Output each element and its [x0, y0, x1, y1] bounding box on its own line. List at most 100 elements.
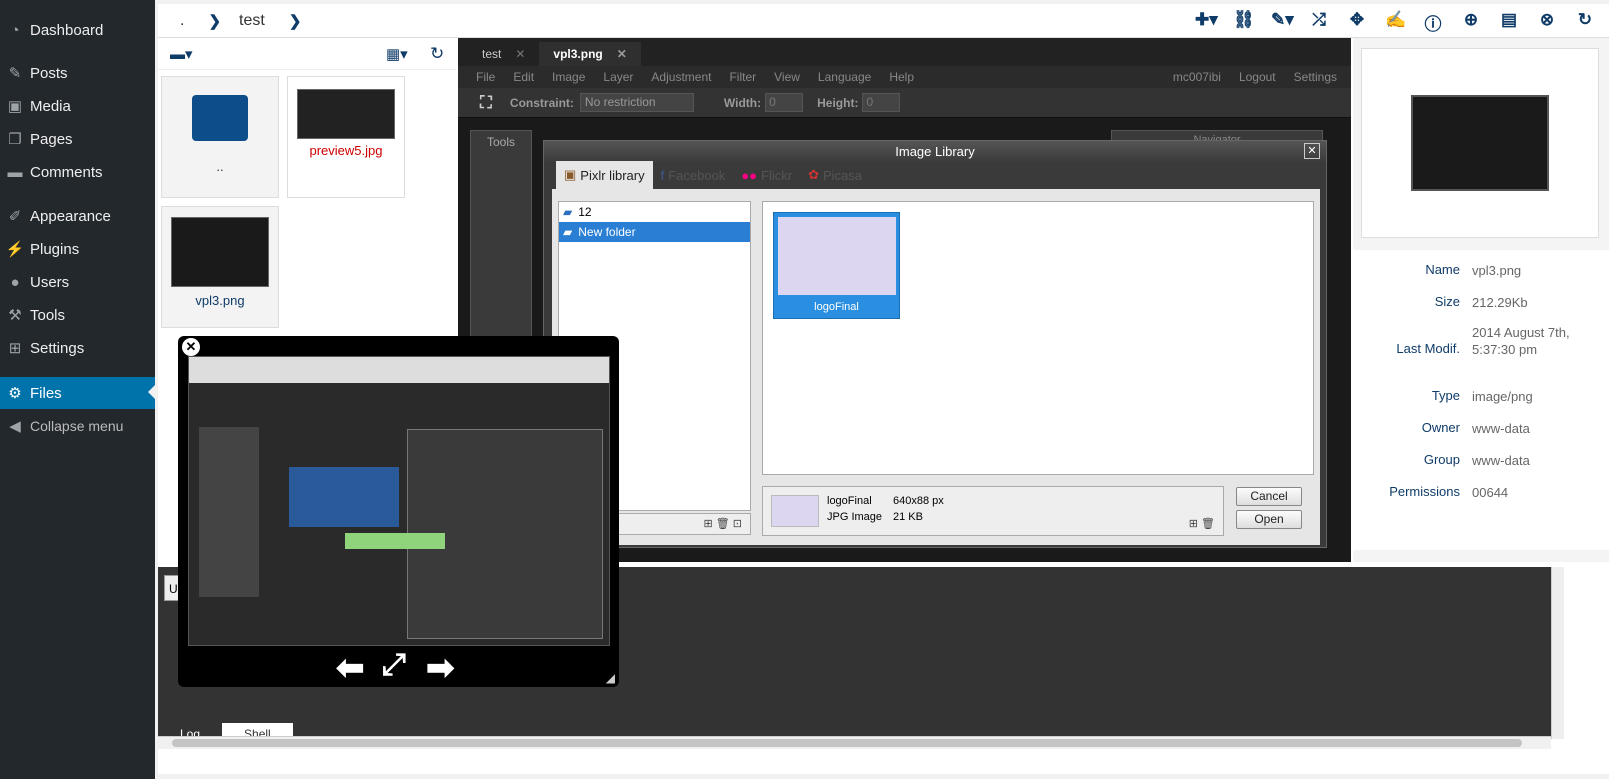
info-row: Last Modif. 2014 August 7th, 5:37:30 pm: [1396, 325, 1570, 357]
menu-adjustment[interactable]: Adjustment: [651, 70, 711, 84]
menu-edit[interactable]: Edit: [513, 70, 534, 84]
folder-item[interactable]: ▰ 12: [559, 202, 750, 222]
dialog-title: Image Library ✕: [544, 141, 1326, 163]
folder-icon: ▰: [563, 205, 573, 219]
menu-plugins[interactable]: ⚡ Plugins: [0, 234, 155, 264]
folder-actions-icon[interactable]: ⊞ 🗑 ⊡: [703, 517, 742, 530]
image-name: logoFinal: [814, 301, 859, 313]
edit-icon[interactable]: ✍: [1385, 10, 1406, 35]
menu-media[interactable]: ▣ Media: [0, 91, 155, 121]
image-library-dialog: Image Library ✕ ▣ Pixlr library f Facebook…: [543, 140, 1327, 548]
menu-comments[interactable]: ▬ Comments: [0, 157, 155, 187]
plugin-icon: ⚡: [5, 241, 25, 258]
image-actions-icon[interactable]: ⊞ 🗑: [1189, 517, 1215, 530]
vertical-scrollbar[interactable]: [1551, 567, 1564, 739]
info-row: Type image/png: [1431, 388, 1533, 404]
cancel-button[interactable]: Cancel: [1236, 487, 1302, 506]
gear-icon: ⚙: [8, 385, 22, 402]
menu-file[interactable]: File: [476, 70, 495, 84]
menu-pages[interactable]: ❐ Pages: [0, 124, 155, 154]
menu-dashboard[interactable]: ◔ Dashboard: [0, 15, 155, 45]
editor-menubar: File Edit Image Layer Adjustment Filter …: [458, 66, 1351, 88]
close-icon[interactable]: ✕: [1304, 143, 1320, 159]
arrow-left-icon[interactable]: ⬅: [336, 648, 365, 688]
settings-link[interactable]: Settings: [1294, 70, 1337, 84]
chevron-right-icon: ❯: [208, 12, 222, 30]
tab-pixlr-library[interactable]: ▣ Pixlr library: [556, 161, 653, 189]
link-icon[interactable]: ⛓: [1233, 10, 1255, 35]
menu-files[interactable]: ⚙ Files: [0, 377, 155, 409]
settings-icon: ⊞: [8, 340, 22, 357]
screenshot-highlight: [345, 533, 445, 549]
tab-flickr[interactable]: ●● Flickr: [733, 161, 800, 189]
menu-posts[interactable]: ✎ Posts: [0, 58, 155, 88]
image-item[interactable]: logoFinal: [773, 212, 900, 319]
menu-view[interactable]: View: [774, 70, 800, 84]
file-item[interactable]: vpl3.png: [161, 206, 279, 328]
image-details: logoFinal JPG Image 640x88 px 21 KB ⊞ 🗑: [762, 486, 1224, 536]
menu-settings[interactable]: ⊞ Settings: [0, 333, 155, 363]
menu-image[interactable]: Image: [552, 70, 585, 84]
folder-icon: [192, 95, 248, 141]
facebook-icon: f: [660, 167, 665, 183]
info-row: Owner www-data: [1421, 420, 1530, 436]
breadcrumb-root[interactable]: .: [180, 12, 184, 30]
file-item[interactable]: preview5.jpg: [287, 76, 405, 198]
chest-icon: ▣: [564, 167, 577, 182]
wrench-icon: ⚒: [8, 307, 22, 324]
info-row: Group www-data: [1423, 452, 1530, 468]
close-icon[interactable]: ✕: [515, 47, 525, 61]
shuffle-icon[interactable]: ⤮: [1309, 10, 1329, 35]
admin-menu: ◔ Dashboard ✎ Posts ▣ Media ❐ Pages ▬ Comment…: [0, 0, 155, 779]
menu-filter[interactable]: Filter: [729, 70, 756, 84]
drive-icon[interactable]: ▬▾: [170, 45, 193, 63]
horizontal-scrollbar[interactable]: [158, 736, 1551, 749]
folder-item[interactable]: ▰ New folder: [559, 222, 750, 242]
breadcrumb-test[interactable]: test: [239, 12, 265, 30]
grid-view-icon[interactable]: ▦▾: [386, 45, 408, 63]
height-input[interactable]: 0: [862, 93, 901, 112]
dashboard-icon: ◔: [10, 21, 20, 39]
collapse-icon: ◀: [9, 418, 21, 435]
menu-appearance[interactable]: ✐ Appearance: [0, 201, 155, 231]
menu-layer[interactable]: Layer: [603, 70, 633, 84]
menu-users[interactable]: ● Users: [0, 267, 155, 297]
download-icon[interactable]: ⊕: [1461, 10, 1481, 35]
refresh-icon[interactable]: ↻: [1575, 10, 1595, 35]
screenshot-browser-bar: [189, 357, 609, 383]
briefcase-icon[interactable]: ▤: [1499, 10, 1519, 35]
folder-icon: ▰: [563, 225, 573, 239]
tab-test[interactable]: test ✕: [468, 42, 539, 66]
file-name: vpl3.png: [195, 293, 245, 308]
menu-help[interactable]: Help: [889, 70, 914, 84]
collapse-menu[interactable]: ◀ Collapse menu: [0, 411, 155, 441]
fullscreen-icon[interactable]: ⤢: [382, 648, 406, 682]
refresh-icon[interactable]: ↻: [430, 44, 444, 64]
move-icon[interactable]: ✥: [1347, 10, 1367, 35]
logout-link[interactable]: Logout: [1239, 70, 1276, 84]
chevron-right-icon: ❯: [288, 12, 302, 30]
tab-picasa[interactable]: ✿ Picasa: [800, 161, 870, 189]
open-button[interactable]: Open: [1236, 510, 1302, 529]
close-icon[interactable]: ✕: [617, 47, 627, 61]
width-input[interactable]: 0: [765, 93, 804, 112]
tab-facebook[interactable]: f Facebook: [653, 161, 734, 189]
edit-menu-icon[interactable]: ✎▾: [1271, 10, 1294, 35]
add-icon[interactable]: ✚▾: [1195, 10, 1218, 35]
resize-icon[interactable]: ◢: [606, 671, 615, 685]
image-thumbnail: [777, 217, 896, 295]
user-icon: ●: [10, 273, 20, 291]
close-icon[interactable]: ✕: [182, 338, 200, 356]
info-icon[interactable]: ⓘ: [1423, 10, 1443, 35]
file-item[interactable]: ..: [161, 76, 279, 198]
menu-language[interactable]: Language: [818, 70, 871, 84]
scroll-thumb[interactable]: [172, 739, 1522, 747]
editor-tabs: test ✕ vpl3.png ✕: [458, 38, 1351, 66]
arrow-right-icon[interactable]: ➡: [426, 648, 455, 688]
close-circle-icon[interactable]: ⊗: [1537, 10, 1557, 35]
menu-tools[interactable]: ⚒ Tools: [0, 300, 155, 330]
constraint-select[interactable]: No restriction: [579, 93, 694, 112]
brush-icon: ✐: [8, 208, 22, 225]
file-name: ..: [216, 159, 224, 174]
tab-vpl3[interactable]: vpl3.png ✕: [539, 42, 641, 66]
